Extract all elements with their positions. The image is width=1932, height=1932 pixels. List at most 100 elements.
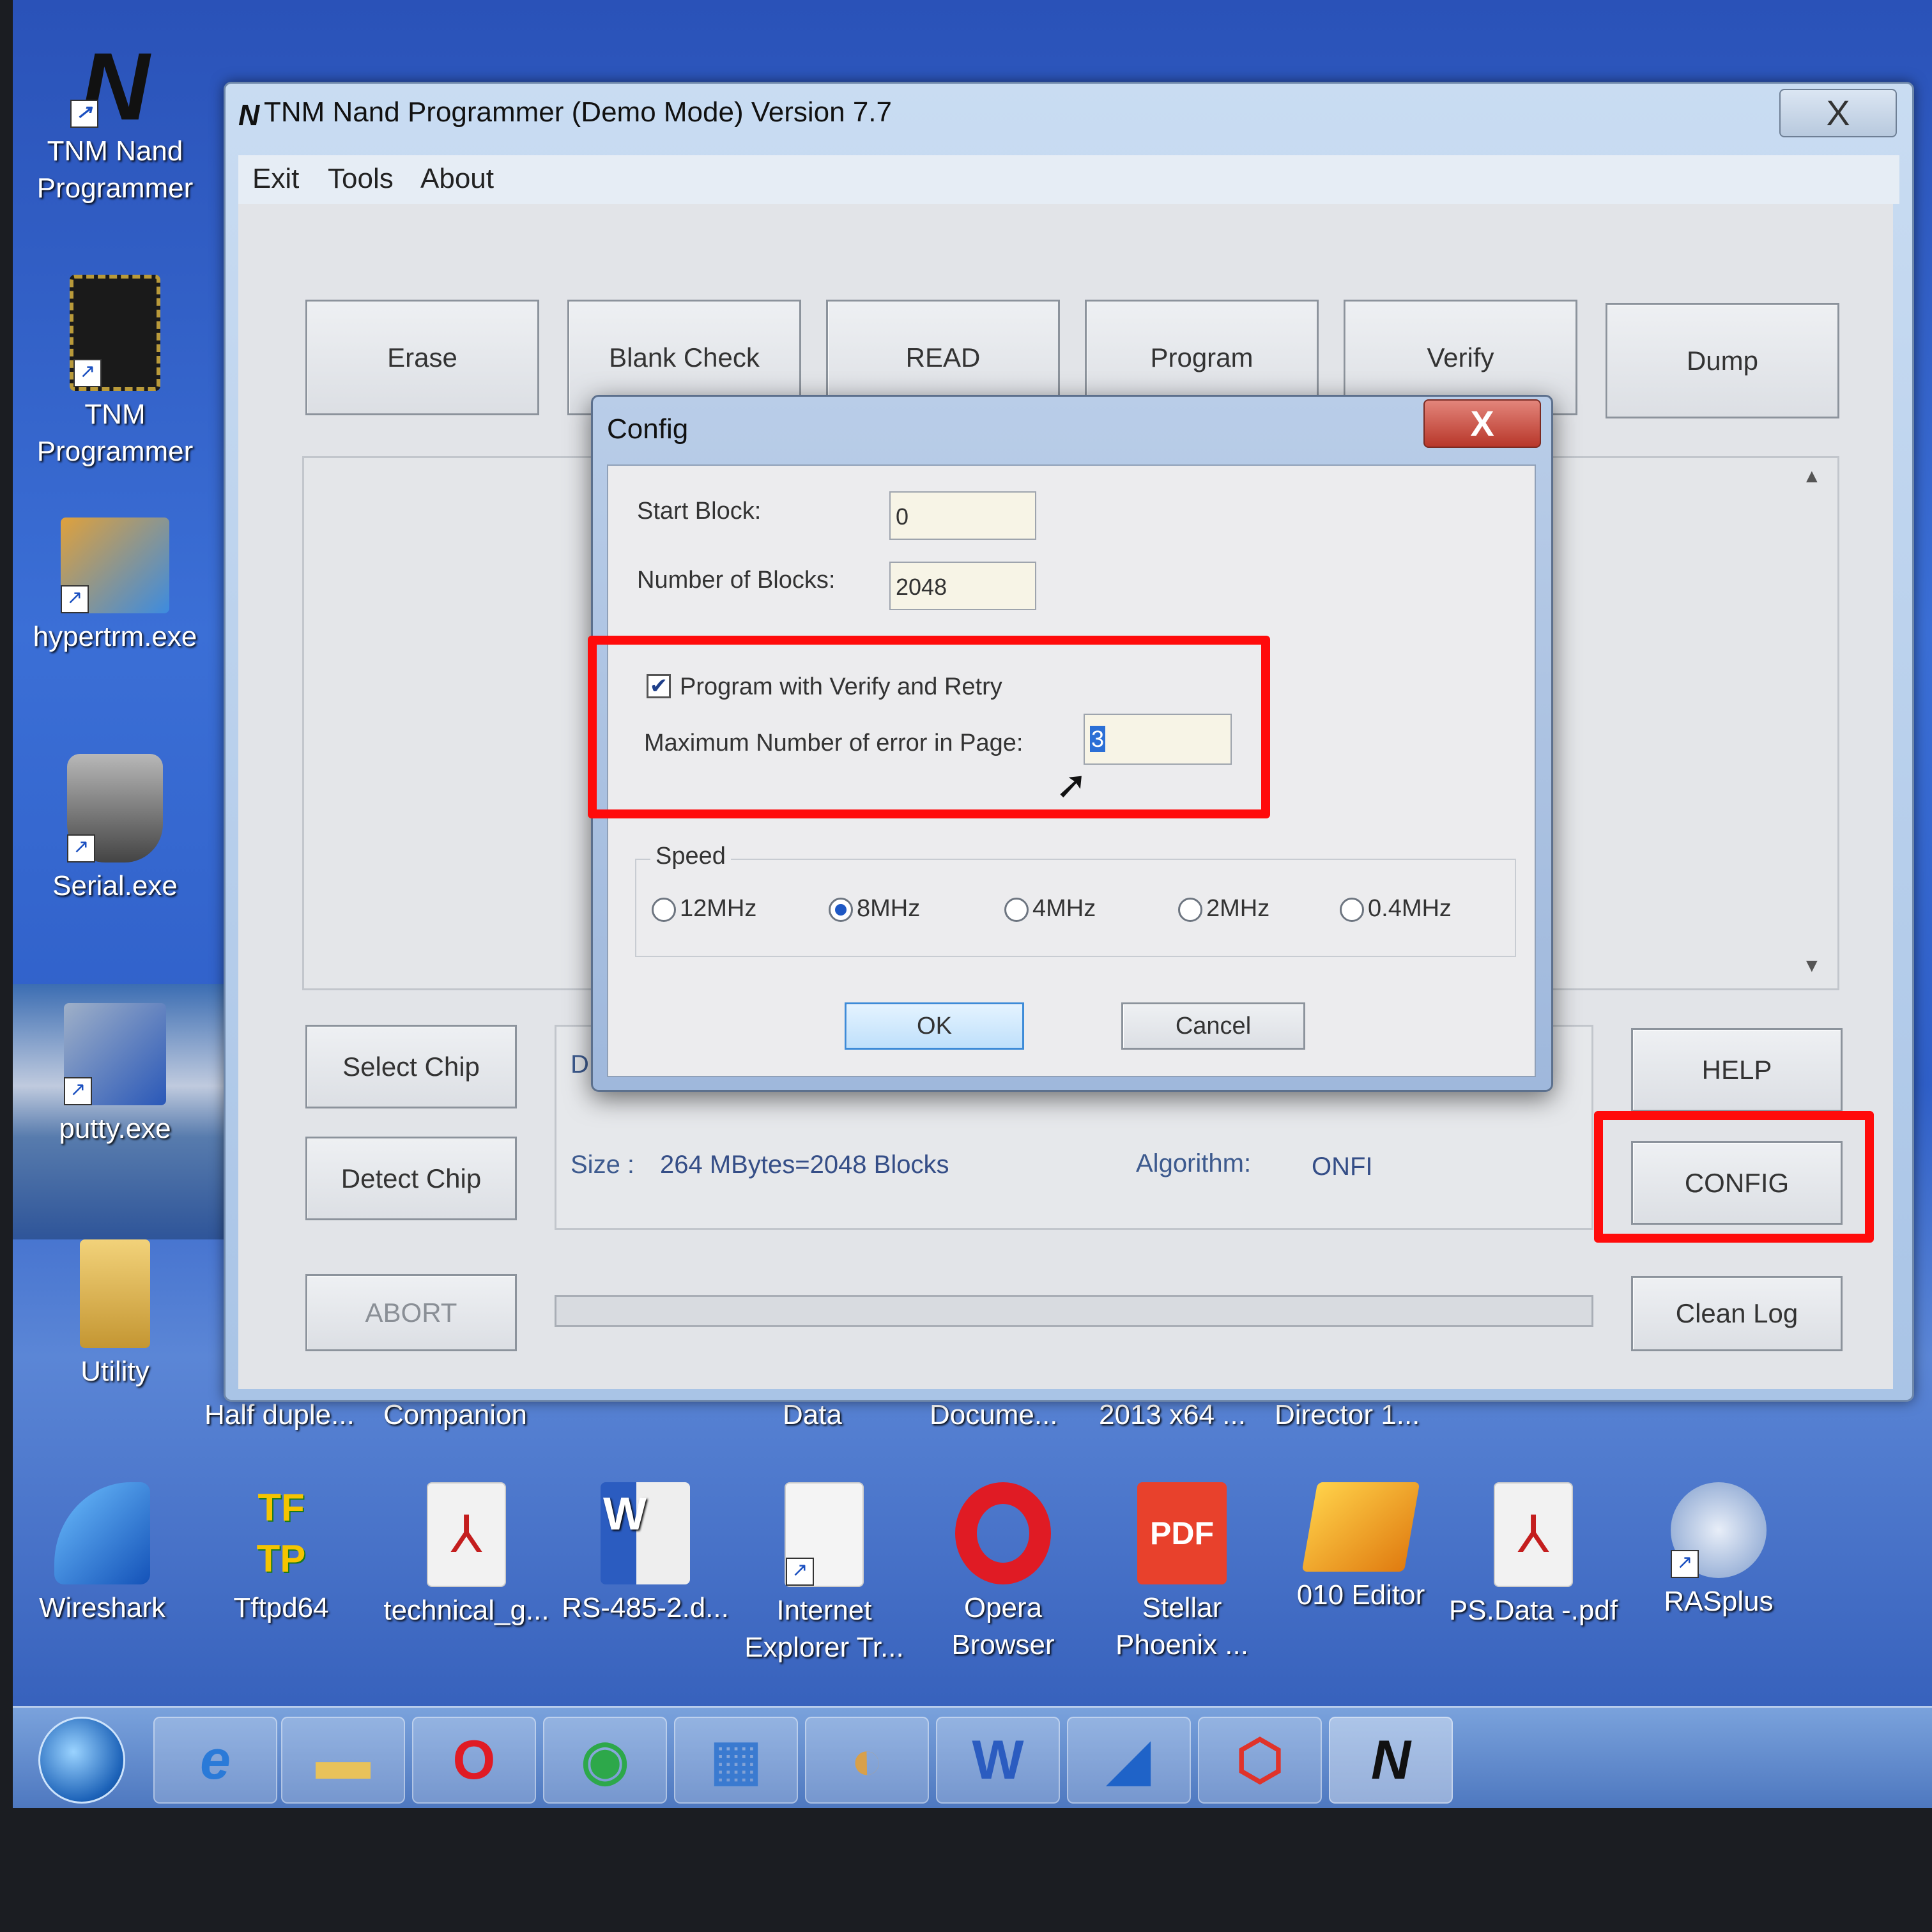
desktop-icon-tnm[interactable]: ↗ TNM Programmer (19, 275, 211, 470)
internet-explorer-icon[interactable]: e (153, 1717, 277, 1804)
number-of-blocks-input[interactable]: 2048 (889, 562, 1036, 610)
shortcut-arrow-icon: ↗ (1671, 1550, 1699, 1578)
desktop-icon-tnm-nand[interactable]: N ↗ TNM Nand Programmer (19, 38, 211, 207)
desktop-label[interactable]: Half duple... (204, 1399, 355, 1431)
word-icon[interactable]: W (936, 1717, 1060, 1804)
start-block-input[interactable]: 0 (889, 491, 1036, 540)
hex-editor-icon (1301, 1482, 1420, 1572)
putty-icon: ↗ (64, 1003, 166, 1105)
desktop-icon-label: TNM Nand Programmer (36, 135, 194, 204)
file-explorer-icon[interactable]: ▬ (281, 1717, 405, 1804)
cancel-button[interactable]: Cancel (1121, 1002, 1305, 1050)
select-chip-button[interactable]: Select Chip (305, 1025, 517, 1108)
highlight-config (1594, 1111, 1874, 1243)
wireshark-icon[interactable]: ◢ (1067, 1717, 1191, 1804)
desktop-icon-wireshark[interactable]: Wireshark (19, 1482, 185, 1627)
chrome-icon[interactable]: ◉ (543, 1717, 667, 1804)
paint-icon[interactable]: ◐ (805, 1717, 929, 1804)
desktop-icon-putty[interactable]: ↗ putty.exe (19, 1003, 211, 1147)
clean-log-button[interactable]: Clean Log (1631, 1276, 1843, 1351)
stellar-icon[interactable]: ⬡ (1198, 1717, 1322, 1804)
radio-0-4mhz[interactable]: 0.4MHz (1340, 895, 1452, 923)
radio-12mhz[interactable]: 12MHz (652, 895, 756, 923)
taskbar: e ▬ O ◉ ▦ ◐ W ◢ ⬡ N (13, 1706, 1932, 1808)
size-value: 264 MBytes=2048 Blocks (660, 1151, 949, 1179)
desktop-icon-ps-data[interactable]: ⅄ PS.Data -.pdf (1438, 1482, 1629, 1629)
desktop-label[interactable]: Companion (383, 1399, 527, 1431)
app-logo-icon: N (238, 98, 260, 132)
desktop-icon-serial[interactable]: ↗ Serial.exe (19, 754, 211, 905)
log-scrollbar[interactable]: ▲ ▼ (1797, 459, 1829, 983)
dump-button[interactable]: Dump (1606, 303, 1839, 418)
desktop-icon-label: RASplus (1664, 1586, 1774, 1617)
scroll-up-icon[interactable]: ▲ (1802, 466, 1821, 487)
erase-button[interactable]: Erase (305, 300, 539, 415)
shortcut-arrow-icon: ↗ (70, 100, 98, 128)
word-doc-icon: W (601, 1482, 690, 1584)
desktop-icon-hypertrm[interactable]: ↗ hypertrm.exe (19, 518, 211, 656)
desktop-label[interactable]: Data (783, 1399, 842, 1431)
menu-bar: Exit Tools About (238, 155, 1899, 204)
folder-icon (80, 1239, 150, 1348)
blank-doc-icon: ↗ (785, 1482, 864, 1587)
ok-button[interactable]: OK (845, 1002, 1024, 1050)
algorithm-label: Algorithm: (1136, 1149, 1252, 1177)
radio-label: 4MHz (1032, 895, 1096, 922)
desktop-icon-opera[interactable]: Opera Browser (914, 1482, 1092, 1664)
desktop-label[interactable]: Director 1... (1275, 1399, 1420, 1431)
shortcut-arrow-icon: ↗ (73, 359, 102, 387)
radio-2mhz[interactable]: 2MHz (1178, 895, 1269, 923)
desktop-icon-label: 010 Editor (1296, 1579, 1425, 1611)
desktop-label[interactable]: 2013 x64 ... (1099, 1399, 1246, 1431)
detect-chip-button[interactable]: Detect Chip (305, 1137, 517, 1220)
tnm-nand-icon[interactable]: N (1329, 1717, 1453, 1804)
desktop-icon-label: Opera Browser (951, 1592, 1055, 1660)
highlight-verify-retry (588, 636, 1270, 818)
radio-8mhz[interactable]: 8MHz (829, 895, 920, 923)
desktop-screen: N ↗ TNM Nand Programmer ↗ TNM Programmer … (13, 0, 1932, 1808)
desktop-icon-label: technical_g... (383, 1595, 549, 1626)
desktop-icon-010-editor[interactable]: 010 Editor (1271, 1482, 1450, 1614)
start-button[interactable] (38, 1717, 125, 1804)
algorithm-value: ONFI (1312, 1153, 1373, 1181)
desktop-icon-label: TNM Programmer (36, 399, 194, 467)
radio-label: 2MHz (1206, 895, 1270, 922)
desktop-icon-internet-explorer-tr[interactable]: ↗ Internet Explorer Tr... (735, 1482, 914, 1666)
tnm-nand-icon: N ↗ (70, 38, 160, 134)
desktop-icon-utility[interactable]: Utility (19, 1239, 211, 1390)
opera-icon (955, 1482, 1051, 1584)
control-panel-icon[interactable]: ▦ (674, 1717, 798, 1804)
help-button[interactable]: HELP (1631, 1028, 1843, 1112)
window-title: TNM Nand Programmer (Demo Mode) Version … (264, 96, 892, 128)
pdf-doc-icon: ⅄ (427, 1482, 506, 1587)
pdf-doc-icon: ⅄ (1494, 1482, 1573, 1587)
abort-button[interactable]: ABORT (305, 1274, 517, 1351)
radio-dot (1340, 897, 1364, 922)
opera-icon[interactable]: O (412, 1717, 536, 1804)
scroll-down-icon[interactable]: ▼ (1802, 955, 1821, 977)
serial-port-icon: ↗ (67, 754, 163, 862)
desktop-icon-stellar[interactable]: PDF Stellar Phoenix ... (1092, 1482, 1271, 1664)
menu-tools[interactable]: Tools (328, 163, 394, 195)
desktop-icon-label: PS.Data -.pdf (1448, 1595, 1618, 1626)
radio-dot (1178, 897, 1202, 922)
dialog-close-button[interactable]: X (1423, 399, 1541, 448)
desktop-icon-rs485[interactable]: W RS-485-2.d... (556, 1482, 735, 1627)
desktop-icon-label: Wireshark (38, 1592, 166, 1623)
desktop-icon-label: Utility (80, 1356, 150, 1387)
desktop-icon-technical[interactable]: ⅄ technical_g... (377, 1482, 556, 1629)
shortcut-arrow-icon: ↗ (64, 1077, 92, 1105)
desktop-icon-label: Tftpd64 (233, 1592, 329, 1623)
radio-4mhz[interactable]: 4MHz (1004, 895, 1096, 923)
wireshark-icon (54, 1482, 150, 1584)
desktop-icon-rasplus[interactable]: ↗ RASplus (1629, 1482, 1808, 1620)
menu-exit[interactable]: Exit (252, 163, 299, 195)
start-block-label: Start Block: (637, 498, 762, 525)
desktop-icon-label: Serial.exe (52, 870, 178, 901)
desktop-icon-tftpd64[interactable]: TF TP Tftpd64 (198, 1482, 364, 1627)
radio-dot (652, 897, 676, 922)
window-close-button[interactable]: X (1779, 89, 1897, 137)
desktop-label[interactable]: Docume... (930, 1399, 1058, 1431)
radio-dot (1004, 897, 1029, 922)
menu-about[interactable]: About (420, 163, 494, 195)
